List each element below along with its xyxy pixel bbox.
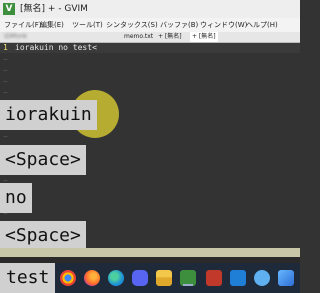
key-overlay: <Space>: [0, 221, 86, 251]
app-icon[interactable]: [206, 270, 222, 286]
current-line: 1 iorakuin no test<: [0, 43, 300, 53]
menu-window[interactable]: ウィンドウ(W): [200, 18, 247, 32]
tab-line: \DM\mk memo.txt + [無名] + [無名]: [0, 32, 300, 43]
gvim-logo-icon: V: [3, 3, 15, 15]
menu-buffers[interactable]: バッファ(B): [160, 18, 198, 32]
tilde-marker: ~: [3, 88, 8, 97]
menu-bar: ファイル(F) 編集(E) ツール(T) シンタックス(S) バッファ(B) ウ…: [0, 18, 300, 32]
key-overlay: no: [0, 183, 32, 213]
line-number: 1: [3, 43, 8, 52]
gvim-icon[interactable]: [180, 270, 196, 286]
menu-help[interactable]: ヘルプ(H): [246, 18, 278, 32]
window-title: [無名] + - GVIM: [20, 4, 88, 14]
firefox-icon[interactable]: [84, 270, 100, 286]
menu-edit[interactable]: 編集(E): [40, 18, 64, 32]
vscode-icon[interactable]: [230, 270, 246, 286]
menu-tools[interactable]: ツール(T): [72, 18, 103, 32]
running-indicator: [183, 284, 193, 286]
tab-first[interactable]: \DM\mk: [4, 32, 27, 42]
tilde-marker: ~: [3, 66, 8, 75]
tab-memo[interactable]: memo.txt: [124, 32, 153, 42]
cloud-app-icon[interactable]: [254, 270, 270, 286]
menu-file[interactable]: ファイル(F): [4, 18, 42, 32]
discord-icon[interactable]: [132, 270, 148, 286]
line-text: iorakuin no test<: [15, 43, 97, 52]
file-explorer-icon[interactable]: [156, 270, 172, 286]
tilde-marker: ~: [3, 55, 8, 64]
editor-area[interactable]: 1 iorakuin no test< ~ ~ ~ ~ ~ ~ ~ ~ ~ ~ …: [0, 43, 300, 251]
chrome-icon[interactable]: [60, 270, 76, 286]
taskbar-search-overlay: test: [0, 263, 56, 293]
menu-syntax[interactable]: シンタックス(S): [106, 18, 158, 32]
tilde-marker: ~: [3, 77, 8, 86]
tilde-marker: ~: [3, 132, 8, 141]
photos-icon[interactable]: [278, 270, 294, 286]
tab-unnamed-1[interactable]: + [無名]: [158, 32, 182, 42]
taskbar: test: [0, 263, 300, 293]
key-overlay: iorakuin: [0, 100, 97, 130]
title-bar: V [無名] + - GVIM: [0, 0, 300, 18]
key-overlay: <Space>: [0, 145, 86, 175]
tab-unnamed-2[interactable]: + [無名]: [190, 32, 218, 42]
status-line: [0, 248, 300, 257]
edge-icon[interactable]: [108, 270, 124, 286]
